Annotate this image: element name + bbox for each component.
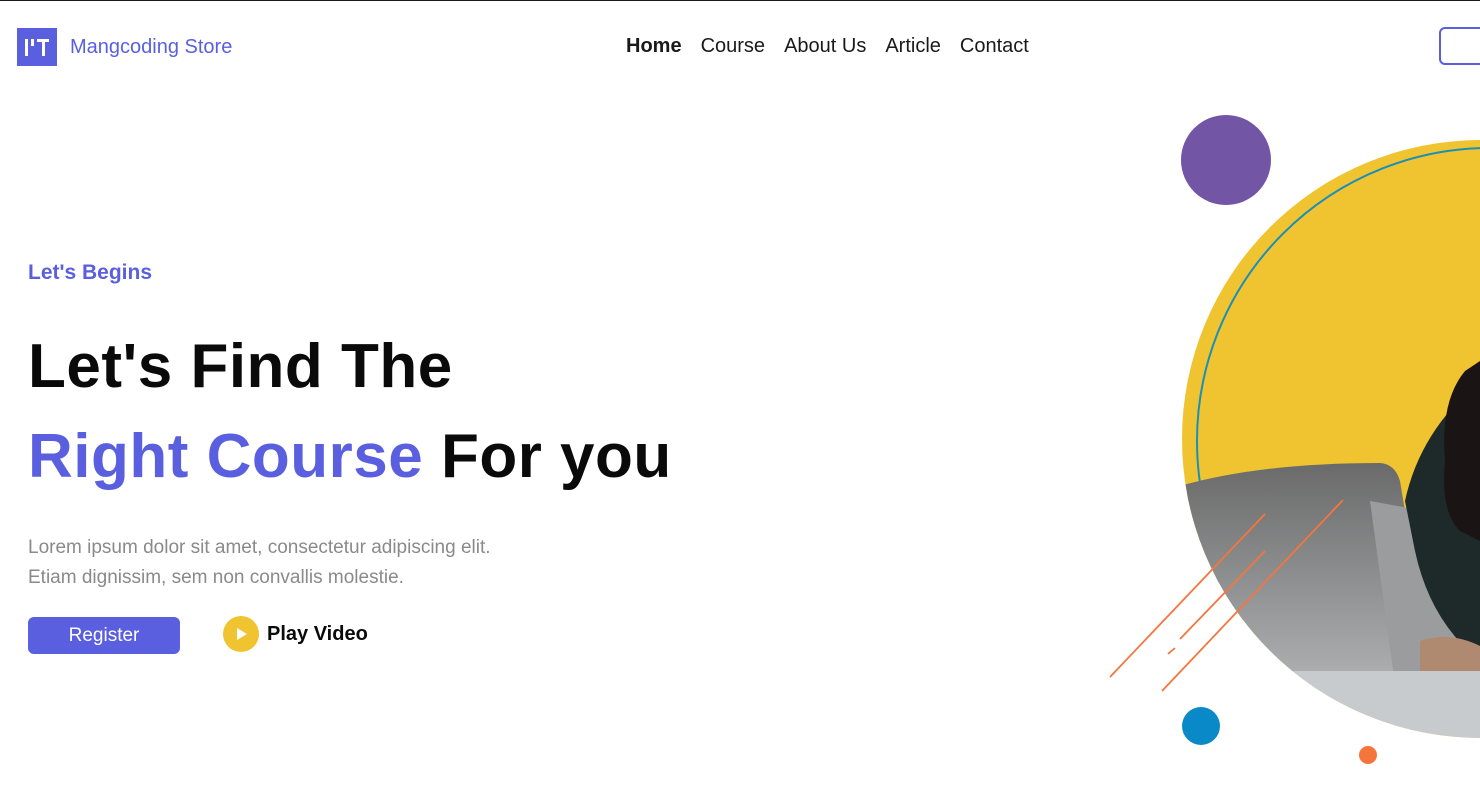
orange-dot (1359, 746, 1377, 764)
play-video-button[interactable]: Play Video (223, 616, 368, 652)
register-button[interactable]: Register (28, 617, 180, 654)
purple-circle (1181, 115, 1271, 205)
main-nav: Home Course About Us Article Contact (626, 35, 1048, 58)
hero-eyebrow: Let's Begins (28, 261, 153, 284)
play-video-label: Play Video (267, 622, 368, 645)
hero-description: Lorem ipsum dolor sit amet, consectetur … (28, 533, 491, 593)
mangcoding-logo-icon (17, 28, 57, 66)
play-icon (223, 616, 259, 652)
hero-title-line2: Right Course For you (28, 421, 672, 492)
hero-title-accent: Right Course (28, 422, 424, 491)
brand-name[interactable]: Mangcoding Store (70, 36, 232, 59)
nav-article[interactable]: Article (885, 35, 941, 58)
hero-description-line1: Lorem ipsum dolor sit amet, consectetur … (28, 537, 491, 558)
blue-dot (1182, 707, 1220, 745)
nav-home[interactable]: Home (626, 35, 682, 58)
hero-illustration (1109, 115, 1480, 764)
nav-about-us[interactable]: About Us (784, 35, 866, 58)
hero-description-line2: Etiam dignissim, sem non convallis moles… (28, 567, 404, 588)
header-outline-button[interactable] (1439, 27, 1480, 65)
nav-course[interactable]: Course (701, 35, 765, 58)
hero-title-rest: For you (423, 422, 672, 491)
hero-title-line1: Let's Find The (28, 332, 453, 401)
nav-contact[interactable]: Contact (960, 35, 1029, 58)
logo[interactable]: Mangcoding Store (17, 28, 232, 66)
